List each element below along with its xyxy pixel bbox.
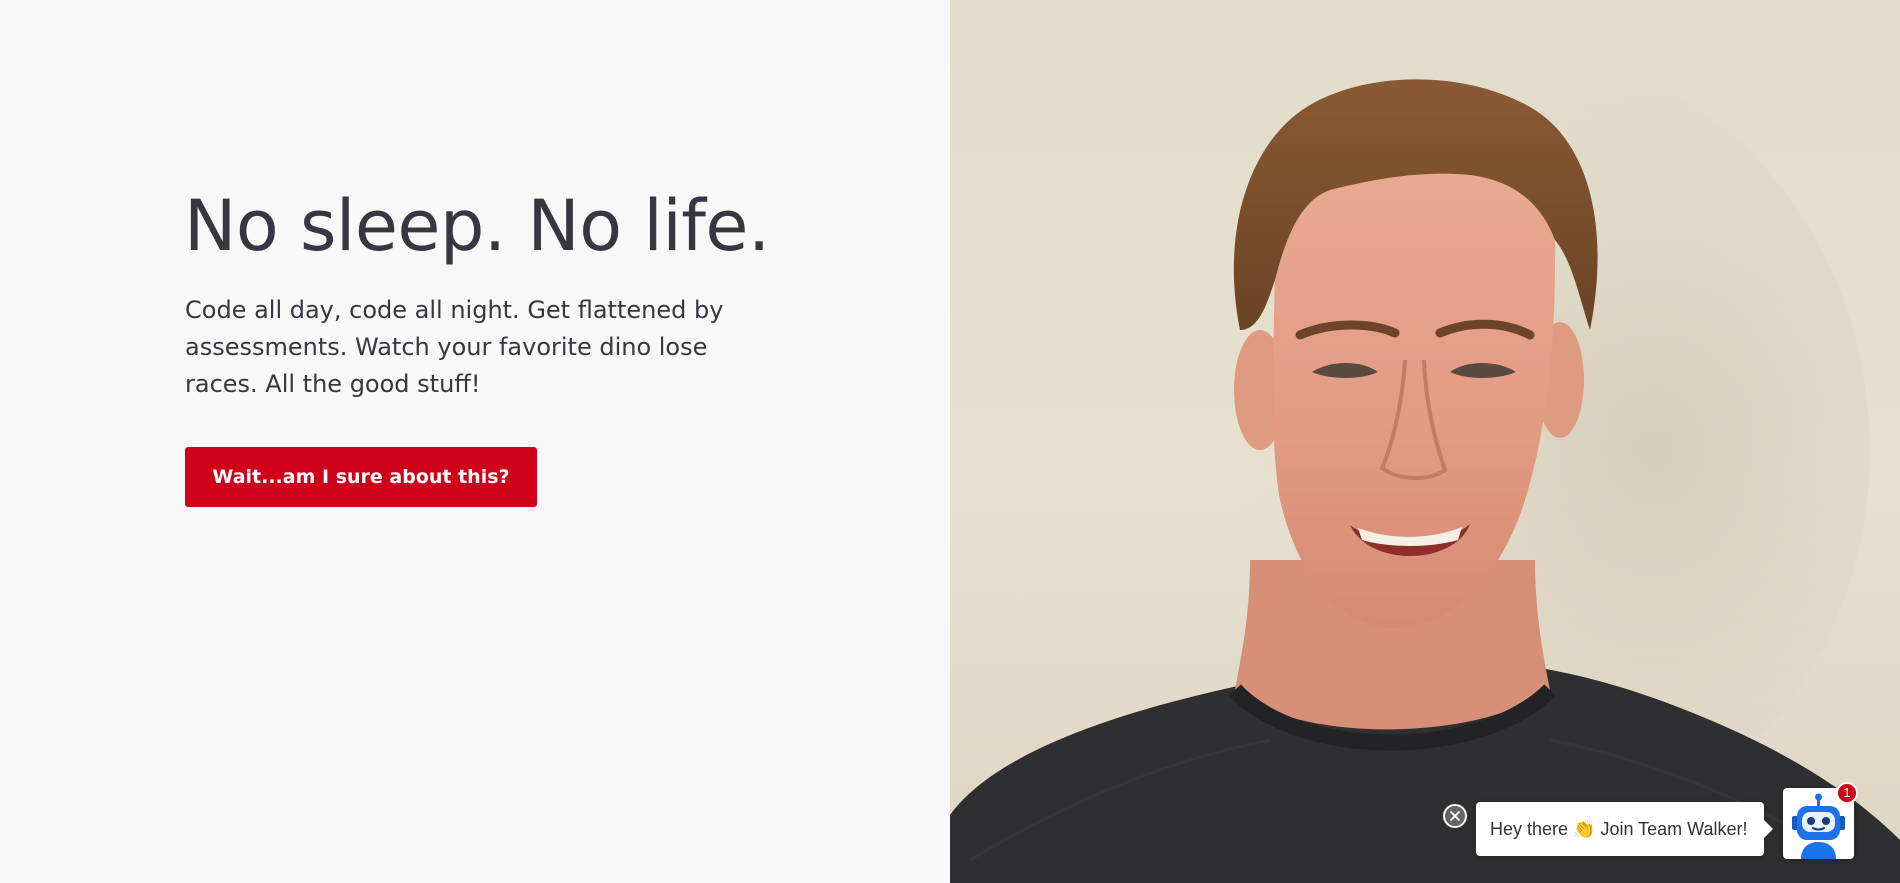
hero-section: No sleep. No life. Code all day, code al… [0,0,950,883]
hero-subtitle: Code all day, code all night. Get flatte… [185,296,724,398]
chat-bubble[interactable]: Hey there 👏 Join Team Walker! [1476,802,1773,856]
chat-close-button[interactable] [1443,804,1467,828]
chat-message: Hey there 👏 Join Team Walker! [1490,819,1748,839]
hero-photo [950,0,1900,883]
cta-button[interactable]: Wait...am I sure about this? [185,447,537,507]
close-icon [1450,811,1460,821]
hero-title: No sleep. No life. [184,185,770,267]
notification-badge: 1 [1836,782,1858,804]
